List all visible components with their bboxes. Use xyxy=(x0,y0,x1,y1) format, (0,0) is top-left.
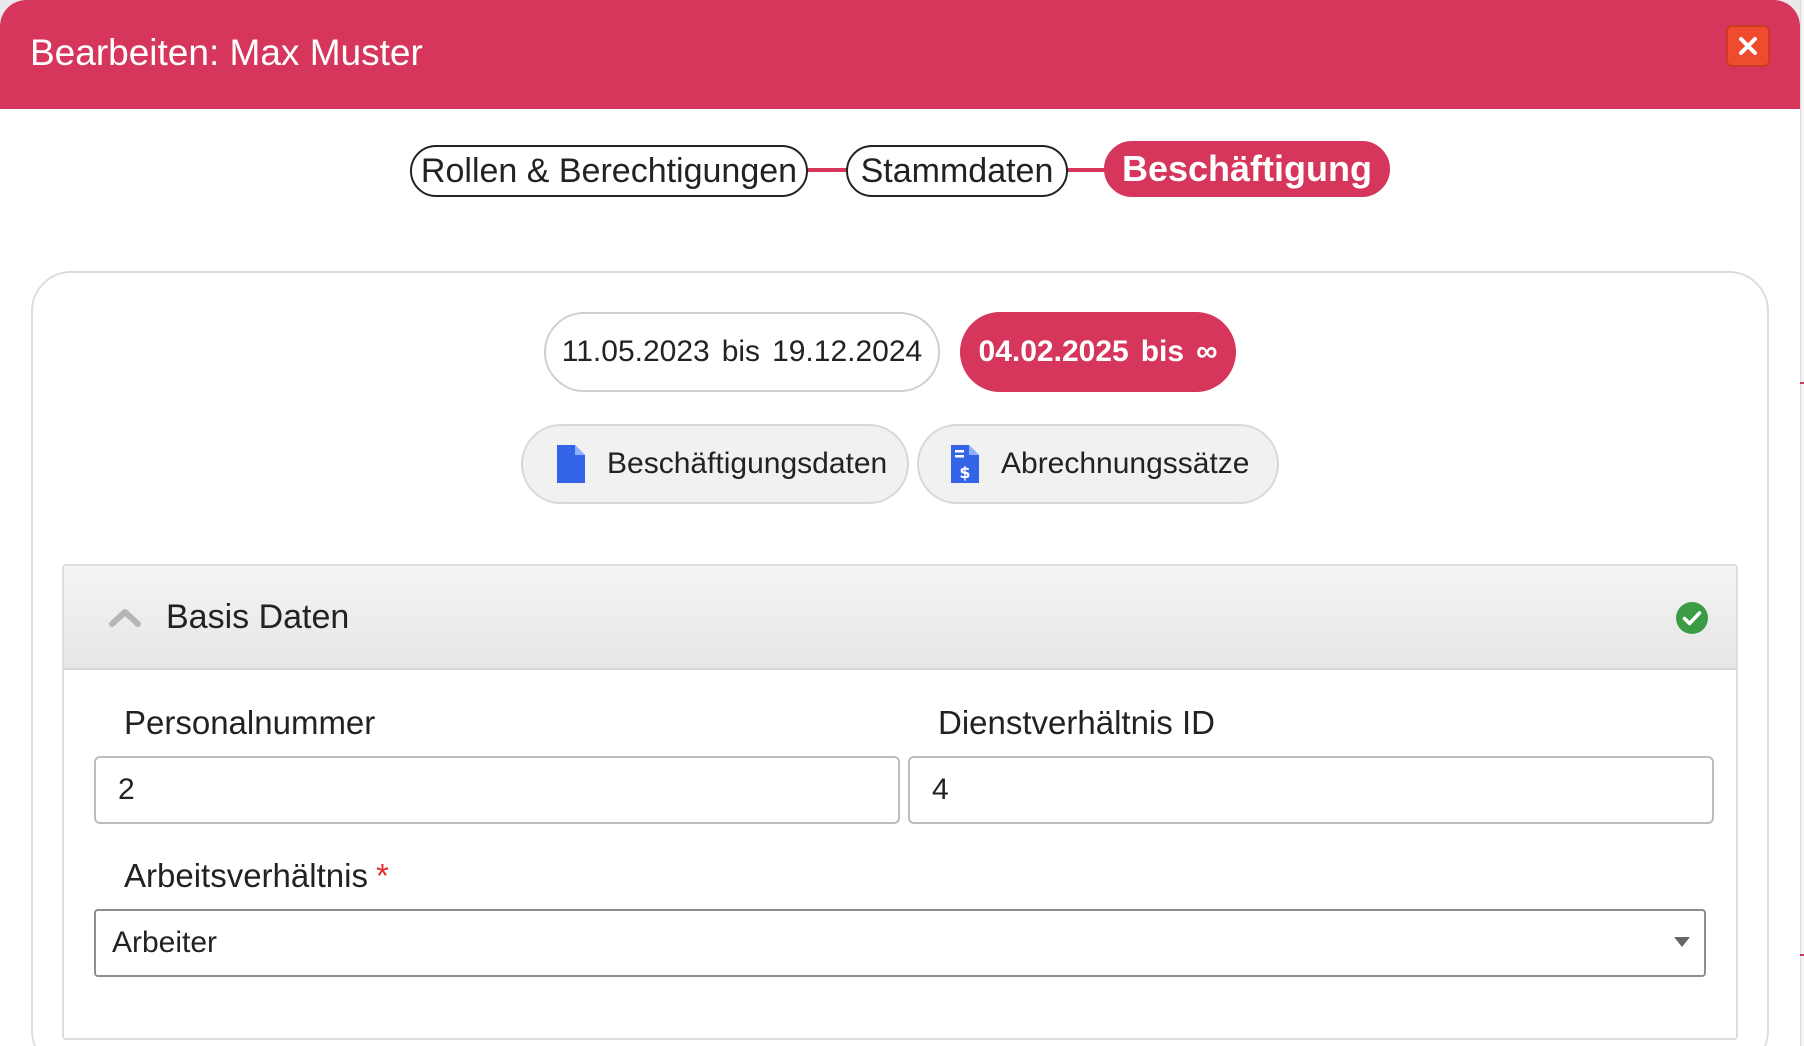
modal-title: Bearbeiten: Max Muster xyxy=(30,32,423,73)
tab-abrechnungssaetze[interactable]: $ Abrechnungssätze xyxy=(917,424,1279,504)
arbeitsverhaeltnis-label: Arbeitsverhältnis * xyxy=(124,857,389,895)
period-from: 11.05.2023 xyxy=(561,335,710,368)
step-stammdaten[interactable]: Stammdaten xyxy=(846,145,1068,197)
chevron-up-icon[interactable] xyxy=(108,606,142,628)
file-icon xyxy=(557,445,585,483)
edit-modal: Bearbeiten: Max Muster Rollen & Berechti… xyxy=(0,0,1800,1046)
close-button[interactable] xyxy=(1726,25,1770,67)
stepper-connector xyxy=(806,168,848,172)
file-invoice-dollar-icon: $ xyxy=(951,445,979,483)
modal-header: Bearbeiten: Max Muster xyxy=(0,0,1800,109)
page-backdrop xyxy=(1800,0,1804,1046)
close-icon xyxy=(1739,37,1757,55)
backdrop-mark xyxy=(1800,382,1804,384)
period-from: 04.02.2025 xyxy=(978,335,1129,368)
accordion-header[interactable]: Basis Daten xyxy=(64,566,1736,670)
personalnummer-label: Personalnummer xyxy=(124,704,376,741)
dienstverhaeltnis-id-label: Dienstverhältnis ID xyxy=(938,704,1215,741)
arbeitsverhaeltnis-select[interactable]: Arbeiter xyxy=(94,909,1706,977)
personalnummer-input[interactable] xyxy=(94,756,900,824)
stepper-connector xyxy=(1066,168,1106,172)
arbeitsverhaeltnis-label-text: Arbeitsverhältnis xyxy=(124,857,368,894)
period-pill-1[interactable]: 11.05.2023 bis 19.12.2024 xyxy=(544,312,940,392)
caret-down-icon xyxy=(1674,937,1690,947)
period-sep: bis xyxy=(721,335,761,368)
wizard-stepper: Rollen & Berechtigungen Stammdaten Besch… xyxy=(0,141,1800,197)
svg-text:$: $ xyxy=(959,463,970,482)
step-beschaeftigung[interactable]: Beschäftigung xyxy=(1104,141,1390,197)
dienstverhaeltnis-id-input[interactable] xyxy=(908,756,1714,824)
tab-label: Beschäftigungsdaten xyxy=(607,447,888,480)
period-to: ∞ xyxy=(1196,335,1218,368)
check-circle-icon xyxy=(1676,602,1708,634)
tab-beschaeftigungsdaten[interactable]: Beschäftigungsdaten xyxy=(521,424,909,504)
period-pill-2[interactable]: 04.02.2025 bis ∞ xyxy=(960,312,1236,392)
select-value: Arbeiter xyxy=(112,926,218,959)
backdrop-mark xyxy=(1800,954,1804,956)
section-title: Basis Daten xyxy=(166,598,350,636)
step-rollen-berechtigungen[interactable]: Rollen & Berechtigungen xyxy=(410,145,808,197)
period-to: 19.12.2024 xyxy=(772,335,923,368)
tab-label: Abrechnungssätze xyxy=(1001,447,1250,480)
required-mark: * xyxy=(375,857,389,894)
period-sep: bis xyxy=(1140,335,1185,368)
